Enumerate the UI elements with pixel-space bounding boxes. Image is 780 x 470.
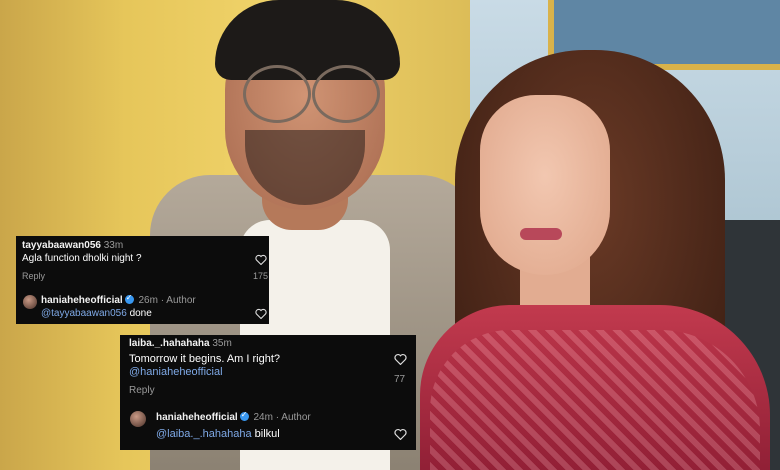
glasses-right-lens — [312, 65, 380, 123]
comment-username[interactable]: tayyabaawan056 — [22, 240, 101, 251]
reply-time: 26m — [138, 295, 158, 306]
reply-header: haniaheheofficial 26m · Author — [41, 293, 196, 306]
like-count: 175 — [253, 271, 269, 281]
reply-like-heart-icon[interactable] — [255, 308, 267, 319]
woman-dupatta — [430, 330, 760, 470]
comment-card-1: tayyabaawan056 33m Agla function dholki … — [16, 236, 269, 324]
reply-username[interactable]: haniaheheofficial — [156, 412, 238, 423]
avatar[interactable] — [23, 295, 37, 309]
woman-face — [480, 95, 610, 275]
reply-username[interactable]: haniaheheofficial — [41, 295, 123, 306]
like-heart-icon[interactable] — [255, 254, 267, 265]
author-label: Author — [166, 295, 196, 306]
reply-header: haniaheheofficial 24m · Author — [156, 410, 311, 423]
author-label: Author — [281, 412, 311, 423]
reply-mention[interactable]: @laiba._.hahahaha — [156, 428, 252, 440]
man-hair — [215, 0, 400, 80]
like-heart-icon[interactable] — [394, 353, 407, 365]
comment-time: 35m — [212, 338, 232, 349]
verified-badge-icon — [239, 410, 249, 421]
separator: · — [275, 412, 280, 423]
like-count: 77 — [394, 374, 406, 385]
separator: · — [160, 295, 165, 306]
reply-time: 24m — [253, 412, 273, 423]
comment-mention[interactable]: @haniaheheofficial — [129, 366, 223, 378]
comment-username[interactable]: laiba._.hahahaha — [129, 338, 210, 349]
woman-lips — [520, 228, 562, 240]
glasses-left-lens — [243, 65, 311, 123]
comment-time: 33m — [103, 240, 124, 251]
reply-text: @laiba._.hahahaha bilkul — [156, 428, 280, 440]
reply-like-heart-icon[interactable] — [394, 428, 407, 440]
reply-mention[interactable]: @tayyabaawan056 — [41, 308, 127, 319]
verified-badge-icon — [124, 293, 134, 304]
avatar[interactable] — [130, 411, 146, 427]
reply-button[interactable]: Reply — [129, 385, 155, 396]
reply-body: bilkul — [254, 428, 280, 440]
reply-button[interactable]: Reply — [22, 271, 45, 281]
comment-card-2: laiba._.hahahaha 35m Tomorrow it begins.… — [120, 335, 416, 450]
comment-header: laiba._.hahahaha 35m — [129, 338, 232, 349]
comment-text: Tomorrow it begins. Am I right? — [129, 353, 281, 365]
comment-header: tayyabaawan056 33m — [22, 240, 123, 251]
reply-body: done — [129, 308, 152, 319]
comment-text: Agla function dholki night ? — [22, 253, 142, 264]
reply-text: @tayyabaawan056 done — [41, 308, 152, 319]
